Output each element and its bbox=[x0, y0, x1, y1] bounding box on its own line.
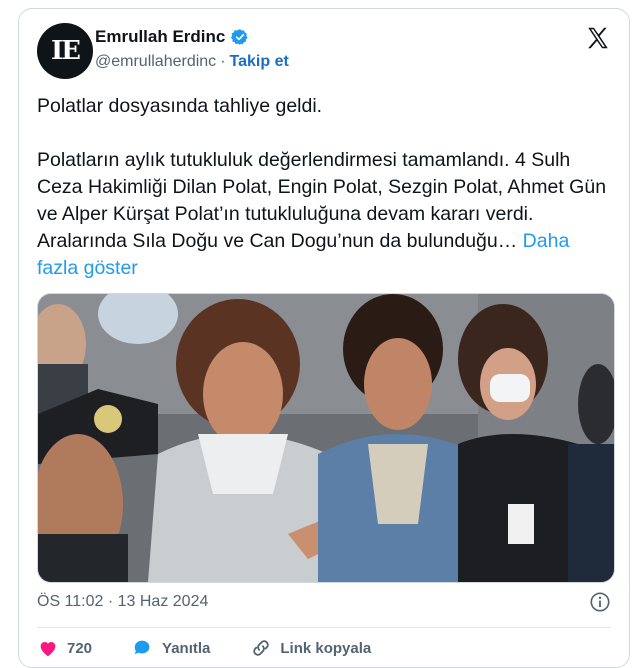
author-name-row: Emrullah Erdinc bbox=[95, 27, 249, 47]
reply-label: Yanıtla bbox=[162, 639, 211, 657]
tweet-photo[interactable] bbox=[37, 293, 615, 583]
follow-button[interactable]: Takip et bbox=[230, 53, 289, 71]
tweet-card[interactable]: IE Emrullah Erdinc @emrullaherdinc · Tak… bbox=[18, 8, 630, 668]
reply-icon bbox=[134, 640, 150, 655]
tweet-paragraph-1: Polatlar dosyasında tahliye geldi. bbox=[37, 95, 323, 117]
info-icon[interactable] bbox=[589, 591, 611, 613]
copy-link-action[interactable]: Link kopyala bbox=[250, 637, 371, 659]
avatar[interactable]: IE bbox=[37, 23, 93, 79]
author-handle[interactable]: @emrullaherdinc bbox=[95, 53, 216, 71]
author-handle-row: @emrullaherdinc · Takip et bbox=[95, 53, 289, 71]
tweet-paragraph-2: Polatların aylık tutukluluk değerlendirm… bbox=[37, 149, 607, 252]
tweet-text: Polatlar dosyasında tahliye geldi. Polat… bbox=[37, 93, 607, 282]
reply-action[interactable]: Yanıtla bbox=[132, 637, 210, 659]
tweet-timestamp[interactable]: ÖS 11:02 · 13 Haz 2024 bbox=[37, 593, 208, 611]
like-count: 720 bbox=[67, 639, 93, 657]
separator-dot: · bbox=[220, 53, 226, 70]
like-action[interactable]: 720 bbox=[37, 637, 92, 659]
x-logo-icon[interactable] bbox=[585, 25, 611, 51]
copy-link-label: Link kopyala bbox=[280, 639, 372, 657]
verified-badge-icon bbox=[231, 29, 248, 45]
photo-illustration bbox=[38, 294, 614, 582]
divider bbox=[37, 627, 611, 628]
author-name[interactable]: Emrullah Erdinc bbox=[95, 27, 225, 47]
action-bar: 720 Yanıtla Link kopyala bbox=[37, 637, 371, 659]
link-icon bbox=[253, 640, 270, 656]
heart-icon bbox=[40, 642, 56, 657]
avatar-letters: IE bbox=[51, 36, 81, 66]
